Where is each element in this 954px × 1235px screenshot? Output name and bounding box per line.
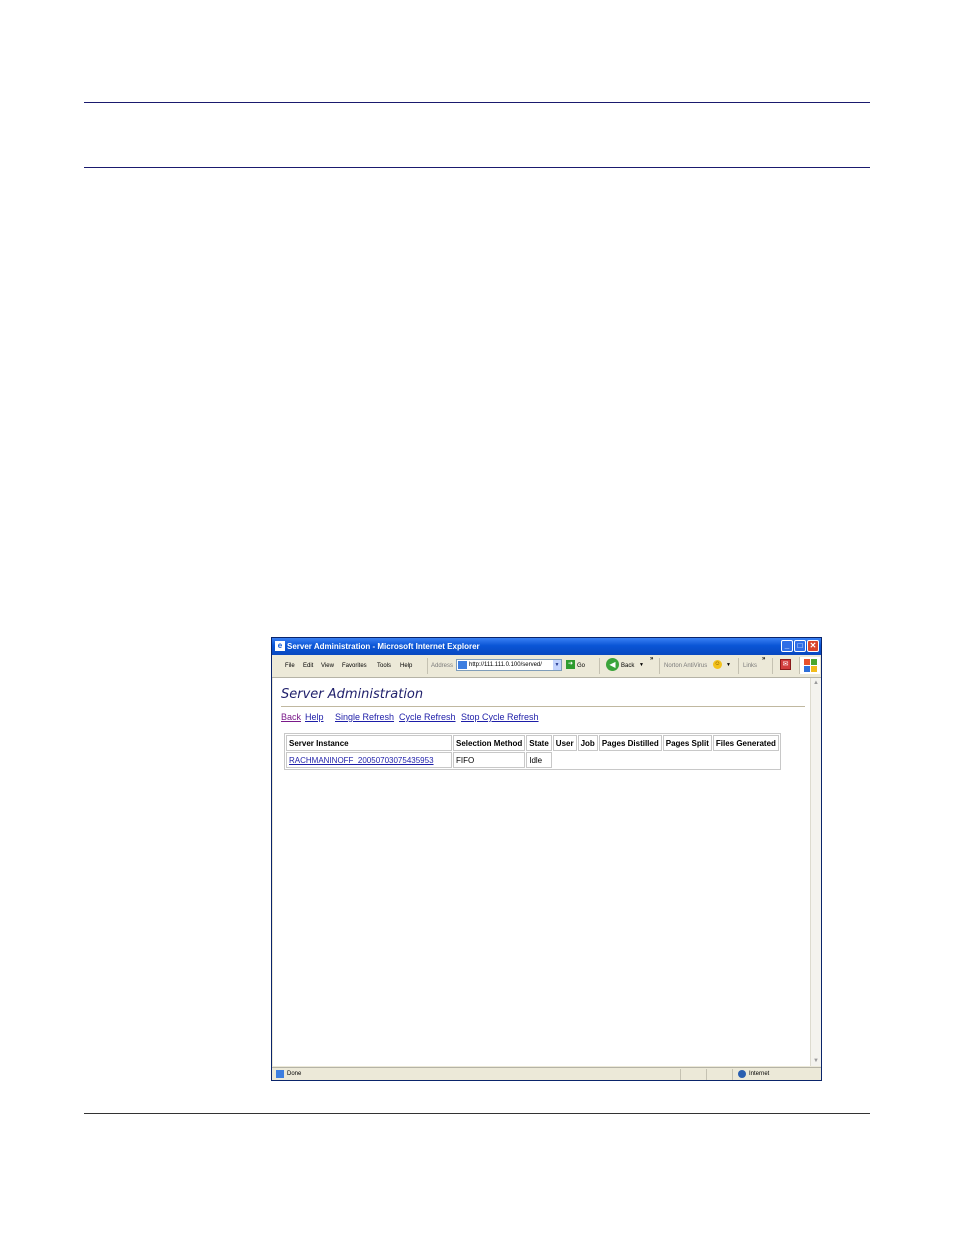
address-input[interactable]: http://111.111.0.100/served/ ▼ bbox=[456, 659, 562, 671]
page-done-icon bbox=[276, 1070, 284, 1078]
cell-pages-distilled bbox=[599, 752, 662, 768]
minimize-button[interactable]: _ bbox=[781, 640, 793, 652]
header-rule-bottom bbox=[84, 167, 870, 168]
menu-edit[interactable]: Edit bbox=[303, 663, 313, 669]
status-bar: Done Internet bbox=[272, 1067, 821, 1080]
menu-favorites[interactable]: Favorites bbox=[342, 663, 367, 669]
back-link[interactable]: Back bbox=[281, 712, 301, 722]
norton-icon[interactable]: ☺ bbox=[713, 660, 722, 669]
vertical-scrollbar[interactable]: ▲ ▼ bbox=[810, 678, 821, 1066]
footer-rule bbox=[84, 1113, 870, 1114]
scroll-up-icon[interactable]: ▲ bbox=[811, 678, 821, 688]
address-label: Address bbox=[431, 663, 454, 669]
menu-file[interactable]: File bbox=[285, 663, 295, 669]
col-pages-split: Pages Split bbox=[662, 735, 712, 751]
cell-job bbox=[578, 752, 598, 768]
address-value: http://111.111.0.100/served/ bbox=[469, 662, 542, 668]
address-dropdown-icon[interactable]: ▼ bbox=[553, 660, 561, 670]
close-button[interactable]: ✕ bbox=[807, 640, 819, 652]
links-label[interactable]: Links bbox=[743, 663, 757, 669]
page-icon bbox=[458, 661, 467, 669]
toolbar-chevron[interactable]: » bbox=[650, 656, 653, 662]
stop-cycle-refresh-link[interactable]: Stop Cycle Refresh bbox=[461, 712, 539, 722]
status-separator bbox=[732, 1069, 733, 1080]
col-server-instance: Server Instance bbox=[286, 735, 452, 751]
cell-server-instance: RACHMANINOFF_20050703075435953 bbox=[286, 752, 452, 768]
page-title: Server Administration bbox=[281, 687, 424, 702]
browser-window: e Server Administration - Microsoft Inte… bbox=[271, 637, 822, 1081]
back-arrow-icon[interactable]: ◀ bbox=[606, 658, 619, 671]
norton-dropdown-icon[interactable]: ▼ bbox=[726, 662, 731, 668]
toolbar-plugin-icon[interactable]: ✉ bbox=[780, 659, 791, 670]
table-row: RACHMANINOFF_20050703075435953 FIFO Idle bbox=[286, 752, 779, 768]
col-selection-method: Selection Method bbox=[453, 735, 526, 751]
col-user: User bbox=[552, 735, 577, 751]
toolbar-separator bbox=[599, 658, 600, 674]
cell-files-generated bbox=[713, 752, 779, 768]
col-files-generated: Files Generated bbox=[712, 735, 779, 751]
cell-pages-split bbox=[663, 752, 712, 768]
table-header-row: Server Instance Selection Method State U… bbox=[286, 735, 779, 751]
title-divider bbox=[281, 706, 805, 707]
zone-text: Internet bbox=[749, 1071, 770, 1077]
links-chevron[interactable]: » bbox=[762, 656, 765, 662]
menu-tools[interactable]: Tools bbox=[377, 663, 391, 669]
col-pages-distilled: Pages Distilled bbox=[598, 735, 662, 751]
toolbar-separator bbox=[659, 658, 660, 674]
server-table: Server Instance Selection Method State U… bbox=[284, 733, 781, 770]
cell-selection-method: FIFO bbox=[453, 752, 526, 768]
toolbar-separator bbox=[427, 658, 428, 674]
col-job: Job bbox=[577, 735, 598, 751]
internet-zone-icon bbox=[738, 1070, 746, 1078]
page-content: Server Administration Back Help Single R… bbox=[273, 678, 810, 1066]
norton-label[interactable]: Norton AntiVirus bbox=[664, 663, 707, 669]
toolbar-separator bbox=[738, 658, 739, 674]
cell-user bbox=[553, 752, 577, 768]
status-text: Done bbox=[287, 1071, 302, 1077]
menu-view[interactable]: View bbox=[321, 663, 334, 669]
go-button[interactable]: Go bbox=[577, 663, 585, 669]
scroll-down-icon[interactable]: ▼ bbox=[811, 1056, 821, 1066]
window-title: Server Administration - Microsoft Intern… bbox=[287, 642, 480, 651]
back-button[interactable]: Back bbox=[621, 663, 634, 669]
windows-logo-icon bbox=[799, 657, 820, 674]
cycle-refresh-link[interactable]: Cycle Refresh bbox=[399, 712, 456, 722]
go-arrow-icon[interactable]: ➜ bbox=[566, 660, 575, 669]
help-link[interactable]: Help bbox=[305, 712, 324, 722]
ie-icon: e bbox=[275, 641, 285, 651]
cell-state: Idle bbox=[526, 752, 552, 768]
maximize-button[interactable]: □ bbox=[794, 640, 806, 652]
toolbar-separator bbox=[772, 658, 773, 674]
header-rule-top bbox=[84, 102, 870, 103]
toolbar: File Edit View Favorites Tools Help Addr… bbox=[272, 655, 821, 678]
menu-help[interactable]: Help bbox=[400, 663, 412, 669]
server-instance-link[interactable]: RACHMANINOFF_20050703075435953 bbox=[289, 756, 434, 765]
status-separator bbox=[680, 1069, 681, 1080]
back-dropdown-icon[interactable]: ▼ bbox=[639, 662, 644, 668]
title-bar[interactable]: e Server Administration - Microsoft Inte… bbox=[272, 638, 821, 655]
single-refresh-link[interactable]: Single Refresh bbox=[335, 712, 394, 722]
status-separator bbox=[706, 1069, 707, 1080]
col-state: State bbox=[526, 735, 552, 751]
